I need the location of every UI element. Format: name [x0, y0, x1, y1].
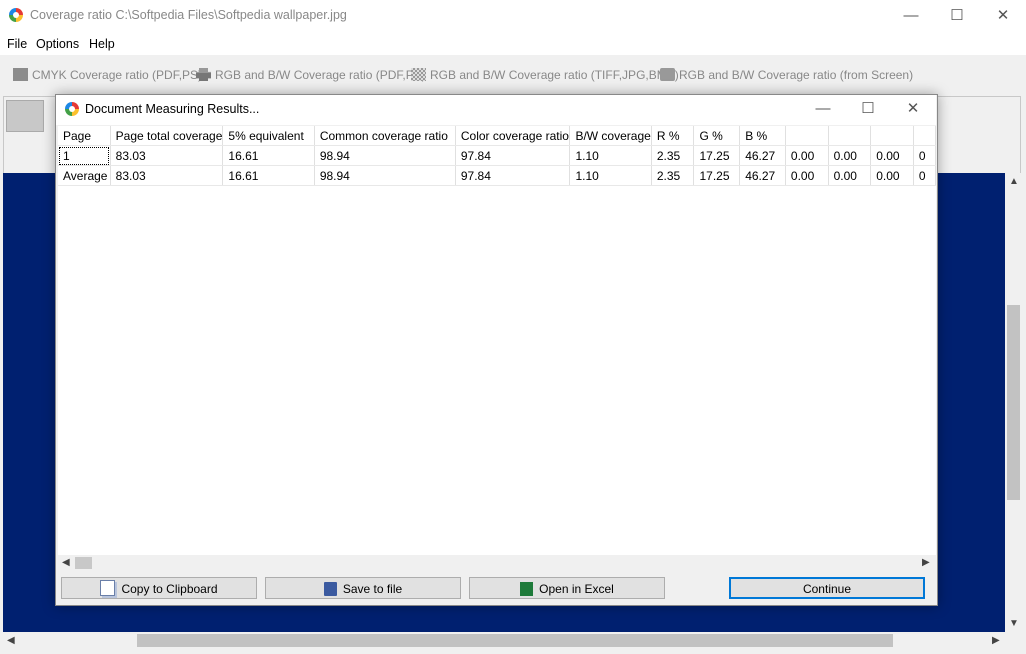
app-logo-icon	[9, 8, 23, 22]
table-cell[interactable]: 1.10	[569, 145, 652, 166]
cmyk-icon	[13, 68, 28, 81]
cmyk-coverage-button[interactable]: CMYK Coverage ratio (PDF,PS)	[13, 68, 202, 82]
dialog-title: Document Measuring Results...	[85, 102, 260, 116]
scroll-up-icon[interactable]: ▲	[1009, 176, 1019, 187]
table-cell[interactable]: 0.00	[828, 145, 872, 166]
continue-button[interactable]: Continue	[729, 577, 925, 599]
results-table: Page Page total coverage 5% equivalent C…	[58, 126, 936, 186]
table-cell[interactable]: 0.00	[785, 165, 829, 186]
scroll-down-icon[interactable]: ▼	[1009, 618, 1019, 629]
window-title: Coverage ratio C:\Softpedia Files\Softpe…	[30, 8, 347, 22]
table-cell[interactable]: 1	[58, 145, 111, 166]
maximize-button[interactable]: ☐	[934, 0, 980, 31]
table-cell[interactable]: 97.84	[455, 165, 571, 186]
menu-options[interactable]: Options	[36, 37, 79, 51]
grid-horizontal-scrollbar[interactable]	[58, 555, 936, 571]
column-header[interactable]: R %	[651, 126, 695, 146]
table-cell[interactable]: 98.94	[314, 165, 456, 186]
monitor-icon	[660, 68, 675, 81]
table-cell[interactable]: 0.00	[870, 145, 914, 166]
table-row[interactable]: Average 83.03 16.61 98.94 97.84 1.10 2.3…	[58, 165, 936, 186]
column-header[interactable]	[913, 126, 936, 146]
column-header[interactable]	[870, 126, 914, 146]
dialog-maximize-button[interactable]: ☐	[845, 95, 891, 123]
close-button[interactable]: ✕	[980, 0, 1026, 31]
preview-thumbnail	[6, 100, 44, 132]
table-cell[interactable]: 83.03	[110, 145, 224, 166]
table-cell[interactable]: 0.00	[870, 165, 914, 186]
table-cell[interactable]: 17.25	[693, 145, 741, 166]
table-cell[interactable]: 46.27	[739, 165, 786, 186]
column-header[interactable]: Color coverage ratio	[455, 126, 571, 146]
rgb-screen-coverage-button[interactable]: RGB and B/W Coverage ratio (from Screen)	[660, 68, 913, 82]
table-cell[interactable]: 17.25	[693, 165, 741, 186]
table-cell[interactable]: Average	[58, 165, 111, 186]
table-cell[interactable]: 16.61	[222, 165, 315, 186]
dialog-logo-icon	[65, 102, 79, 116]
table-cell[interactable]: 2.35	[651, 165, 695, 186]
table-cell[interactable]: 0	[913, 165, 936, 186]
table-cell[interactable]: 0	[913, 145, 936, 166]
column-header[interactable]: B %	[739, 126, 786, 146]
dialog-close-button[interactable]: ✕	[890, 95, 936, 123]
table-cell[interactable]: 0.00	[828, 165, 872, 186]
copy-to-clipboard-button[interactable]: Copy to Clipboard	[61, 577, 257, 599]
open-in-excel-button[interactable]: Open in Excel	[469, 577, 665, 599]
rgb-image-coverage-button[interactable]: RGB and B/W Coverage ratio (TIFF,JPG,BMP…	[411, 68, 679, 82]
horizontal-scroll-thumb[interactable]	[137, 634, 893, 647]
grid-scroll-right-icon[interactable]: ▶	[922, 557, 930, 568]
table-cell[interactable]: 0.00	[785, 145, 829, 166]
column-header[interactable]	[785, 126, 829, 146]
clipboard-icon	[100, 580, 116, 596]
table-cell[interactable]: 46.27	[739, 145, 786, 166]
header-row: Page Page total coverage 5% equivalent C…	[58, 126, 936, 146]
save-to-file-button[interactable]: Save to file	[265, 577, 461, 599]
menu-help[interactable]: Help	[89, 37, 115, 51]
printer-icon	[196, 68, 211, 81]
menu-bar	[0, 31, 1026, 55]
column-header[interactable]: B/W coverage	[569, 126, 652, 146]
dialog-minimize-button[interactable]: —	[800, 95, 846, 123]
scroll-left-icon[interactable]: ◀	[7, 635, 15, 646]
table-row[interactable]: 1 83.03 16.61 98.94 97.84 1.10 2.35 17.2…	[58, 145, 936, 166]
table-cell[interactable]: 97.84	[455, 145, 571, 166]
table-cell[interactable]: 1.10	[569, 165, 652, 186]
vertical-scroll-thumb[interactable]	[1007, 305, 1020, 500]
column-header[interactable]	[828, 126, 872, 146]
grid-scroll-thumb[interactable]	[75, 557, 92, 569]
column-header[interactable]: Page	[58, 126, 111, 146]
minimize-button[interactable]: —	[888, 0, 934, 31]
table-cell[interactable]: 16.61	[222, 145, 315, 166]
menu-file[interactable]: File	[7, 37, 27, 51]
column-header[interactable]: Page total coverage	[110, 126, 224, 146]
column-header[interactable]: 5% equivalent	[222, 126, 315, 146]
table-cell[interactable]: 2.35	[651, 145, 695, 166]
table-cell[interactable]: 83.03	[110, 165, 224, 186]
scroll-right-icon[interactable]: ▶	[992, 635, 1000, 646]
column-header[interactable]: Common coverage ratio	[314, 126, 456, 146]
checker-icon	[411, 68, 426, 81]
grid-scroll-left-icon[interactable]: ◀	[62, 557, 70, 568]
column-header[interactable]: G %	[693, 126, 741, 146]
rgb-pdf-coverage-button[interactable]: RGB and B/W Coverage ratio (PDF,PS)	[196, 68, 426, 82]
table-cell[interactable]: 98.94	[314, 145, 456, 166]
excel-icon	[520, 582, 534, 596]
floppy-disk-icon	[323, 582, 337, 596]
results-grid[interactable]: Page Page total coverage 5% equivalent C…	[58, 126, 936, 556]
